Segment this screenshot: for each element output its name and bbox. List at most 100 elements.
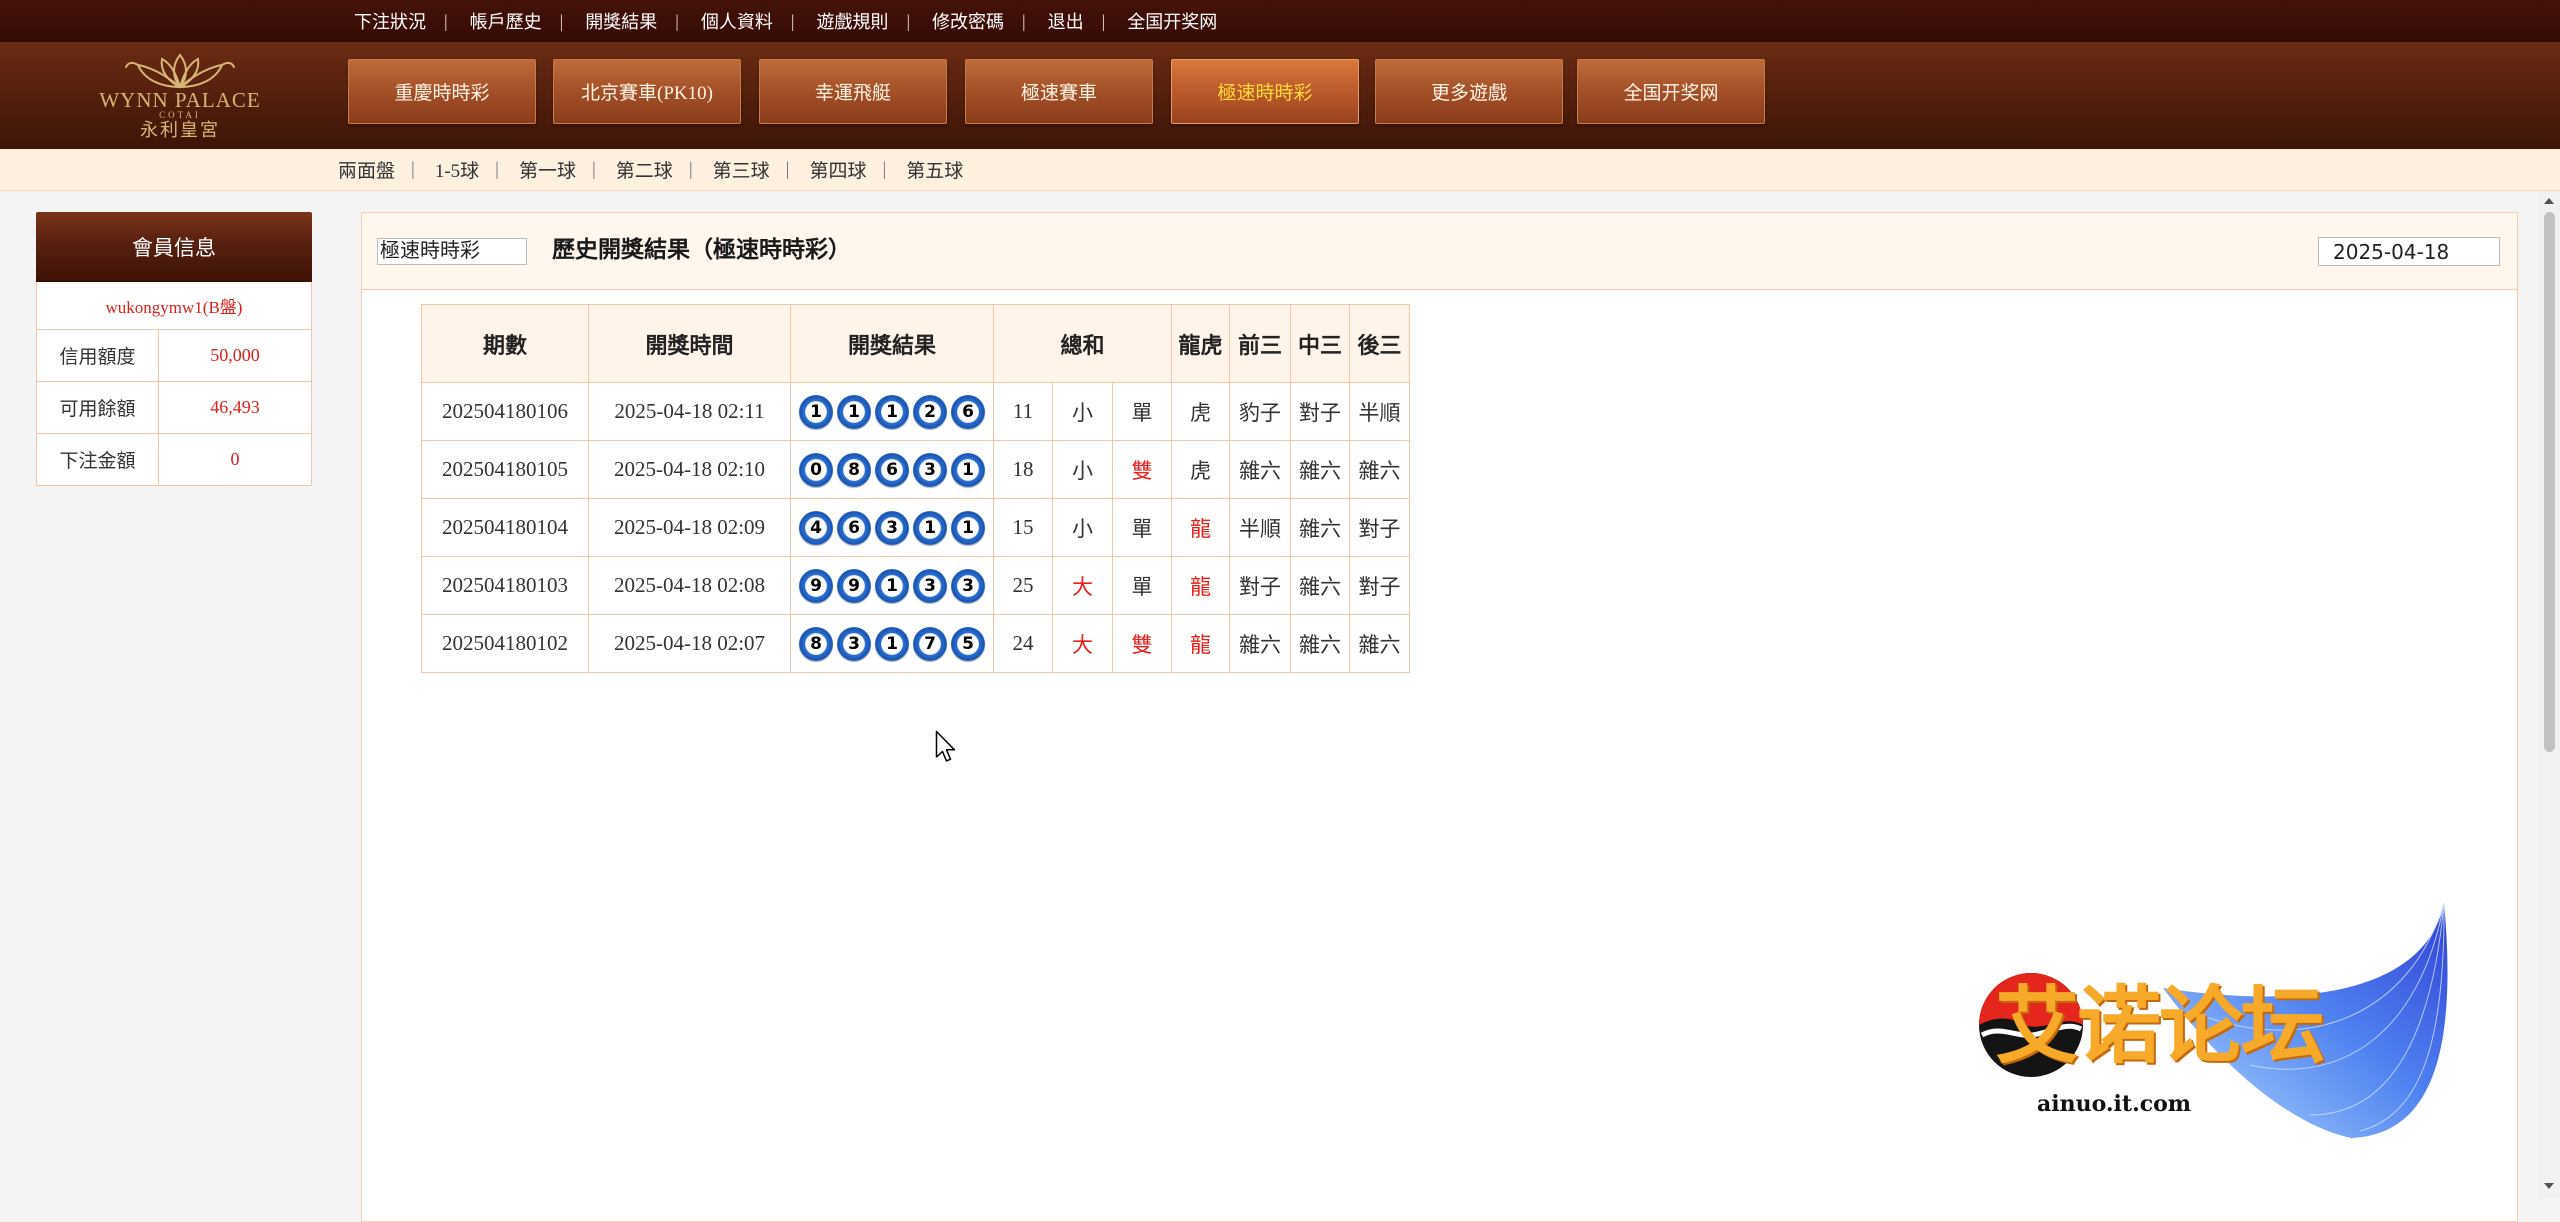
dragon-tiger: 龍	[1171, 556, 1231, 615]
results-body: 202504180106 2025-04-18 02:11 1 1 1 2 6 11 小單虎豹子…	[421, 382, 1411, 673]
logo-chinese-text: 永利皇宮	[140, 120, 220, 140]
back-three: 雜六	[1349, 440, 1411, 499]
lottery-ball: 2	[913, 394, 947, 429]
sum-big-small: 大	[1052, 556, 1113, 615]
lottery-ball: 1	[913, 510, 947, 545]
dragon-tiger: 虎	[1171, 440, 1231, 499]
issue-number: 202504180103	[421, 556, 589, 615]
subnav-ball-1[interactable]: 第一球	[519, 156, 576, 183]
header-sum: 總和	[992, 304, 1173, 383]
lottery-ball: 1	[875, 568, 909, 603]
result-row: 202504180103 2025-04-18 02:08 9 9 1 3 3 25 大單龍對子…	[421, 556, 1411, 615]
subnav-balls-1-5[interactable]: 1-5球	[435, 156, 479, 183]
issue-number: 202504180105	[421, 440, 589, 499]
sum-total: 24	[993, 614, 1053, 673]
result-row: 202504180105 2025-04-18 02:10 0 8 6 3 1 18 小雙虎雜六…	[421, 440, 1411, 499]
draw-time: 2025-04-18 02:10	[588, 440, 791, 499]
separator: |	[785, 158, 790, 180]
member-info-title: 會員信息	[36, 212, 312, 282]
front-three: 雜六	[1229, 440, 1292, 499]
subnav-two-sides[interactable]: 兩面盤	[338, 156, 395, 183]
back-three: 對子	[1349, 498, 1411, 557]
draw-time: 2025-04-18 02:09	[588, 498, 791, 557]
draw-result-balls: 83175	[790, 614, 994, 673]
result-row: 202504180104 2025-04-18 02:09 4 6 3 1 1 15 小單龍半順…	[421, 498, 1411, 557]
separator: |	[559, 10, 564, 31]
lottery-ball: 0	[799, 452, 833, 487]
top-nav-draw-results[interactable]: 開獎結果	[585, 8, 657, 34]
header-draw-result: 開獎結果	[790, 304, 994, 383]
front-three: 豹子	[1229, 382, 1292, 441]
tab-more-games[interactable]: 更多遊戲	[1375, 59, 1563, 124]
game-select[interactable]: 極速時時彩	[377, 238, 527, 265]
tab-speed-racing[interactable]: 極速賽車	[965, 59, 1153, 124]
top-nav-logout[interactable]: 退出	[1048, 8, 1084, 34]
scroll-up-arrow-icon[interactable]	[2544, 198, 2554, 204]
middle-three: 雜六	[1290, 498, 1351, 557]
top-nav-change-password[interactable]: 修改密碼	[932, 8, 1004, 34]
top-nav-personal-info[interactable]: 個人資料	[701, 8, 773, 34]
header-draw-time: 開獎時間	[588, 304, 791, 383]
sum-total: 15	[993, 498, 1053, 557]
dragon-tiger: 虎	[1171, 382, 1231, 441]
draw-result-balls: 46311	[790, 498, 994, 557]
sum-big-small: 小	[1052, 498, 1113, 557]
top-nav-national-lottery[interactable]: 全国开奖网	[1127, 8, 1217, 34]
issue-number: 202504180106	[421, 382, 589, 441]
tab-national-lottery[interactable]: 全国开奖网	[1577, 59, 1765, 124]
sum-big-small: 小	[1052, 440, 1113, 499]
draw-result-balls: 11126	[790, 382, 994, 441]
front-three: 雜六	[1229, 614, 1292, 673]
tab-chongqing-ssc[interactable]: 重慶時時彩	[348, 59, 536, 124]
separator: |	[882, 158, 887, 180]
tab-lucky-airship[interactable]: 幸運飛艇	[759, 59, 947, 124]
top-nav-account-history[interactable]: 帳戶歷史	[470, 8, 542, 34]
lottery-ball: 1	[951, 510, 985, 545]
middle-three: 雜六	[1290, 614, 1351, 673]
separator: |	[444, 10, 448, 31]
scroll-down-arrow-icon[interactable]	[2544, 1183, 2554, 1189]
sum-odd-even: 單	[1111, 556, 1173, 615]
result-row: 202504180106 2025-04-18 02:11 1 1 1 2 6 11 小單虎豹子…	[421, 382, 1411, 441]
subnav-ball-3[interactable]: 第三球	[713, 156, 770, 183]
header-issue: 期數	[421, 304, 589, 383]
lottery-ball: 8	[837, 452, 871, 487]
back-three: 半順	[1349, 382, 1411, 441]
separator: |	[411, 158, 415, 180]
draw-time: 2025-04-18 02:07	[588, 614, 791, 673]
top-nav-game-rules[interactable]: 遊戲規則	[816, 8, 888, 34]
subnav-ball-4[interactable]: 第四球	[809, 156, 866, 183]
vertical-scrollbar[interactable]	[2539, 191, 2560, 1199]
tab-speed-ssc[interactable]: 極速時時彩	[1171, 59, 1359, 124]
header-middle-three: 中三	[1290, 304, 1351, 383]
dragon-tiger: 龍	[1171, 498, 1231, 557]
lottery-ball: 3	[951, 568, 985, 603]
top-nav-bet-status[interactable]: 下注狀況	[354, 8, 426, 34]
wynn-palace-logo[interactable]: WYNN PALACE COTAI 永利皇宮	[80, 52, 280, 140]
sum-total: 18	[993, 440, 1053, 499]
lottery-ball: 6	[837, 510, 871, 545]
lottery-ball: 1	[875, 394, 909, 429]
tab-beijing-pk10[interactable]: 北京賽車(PK10)	[553, 59, 741, 124]
logo-brand-text: WYNN PALACE	[99, 88, 261, 112]
member-info-panel: 會員信息 wukongymw1(B盤) 信用額度 50,000 可用餘額 46,…	[36, 212, 312, 486]
sum-odd-even: 雙	[1111, 614, 1173, 673]
lottery-ball: 9	[799, 568, 833, 603]
bet-amount-label: 下注金額	[37, 434, 159, 485]
scrollbar-thumb[interactable]	[2544, 212, 2555, 752]
middle-three: 對子	[1290, 382, 1351, 441]
results-table: 期數 開獎時間 開獎結果 總和 龍虎 前三 中三 後三 202504180106…	[421, 304, 1411, 673]
date-input[interactable]	[2318, 237, 2500, 266]
header-front-three: 前三	[1229, 304, 1292, 383]
lottery-ball: 3	[913, 568, 947, 603]
sum-big-small: 小	[1052, 382, 1113, 441]
subnav-ball-5[interactable]: 第五球	[906, 156, 963, 183]
lottery-ball: 6	[951, 394, 985, 429]
draw-time: 2025-04-18 02:08	[588, 556, 791, 615]
lottery-ball: 1	[951, 452, 985, 487]
lottery-ball: 8	[799, 626, 833, 661]
subnav-ball-2[interactable]: 第二球	[616, 156, 673, 183]
table-header-row: 期數 開獎時間 開獎結果 總和 龍虎 前三 中三 後三	[421, 304, 1411, 383]
lottery-ball: 1	[875, 626, 909, 661]
lottery-ball: 3	[913, 452, 947, 487]
